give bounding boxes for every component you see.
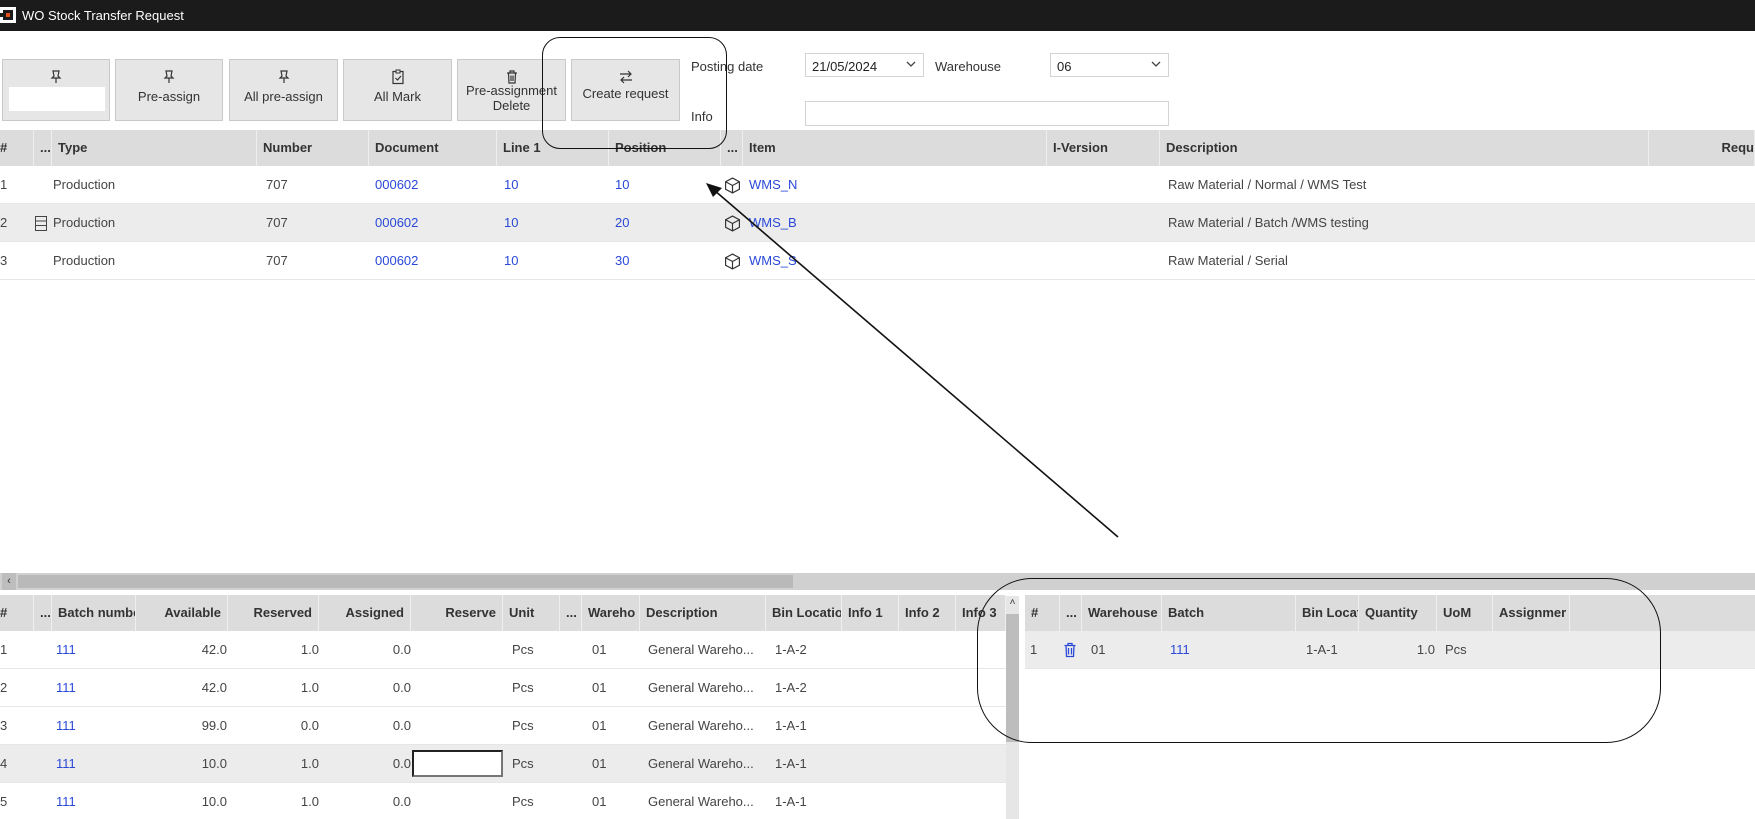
annotation-arrow-icon	[706, 183, 1119, 538]
